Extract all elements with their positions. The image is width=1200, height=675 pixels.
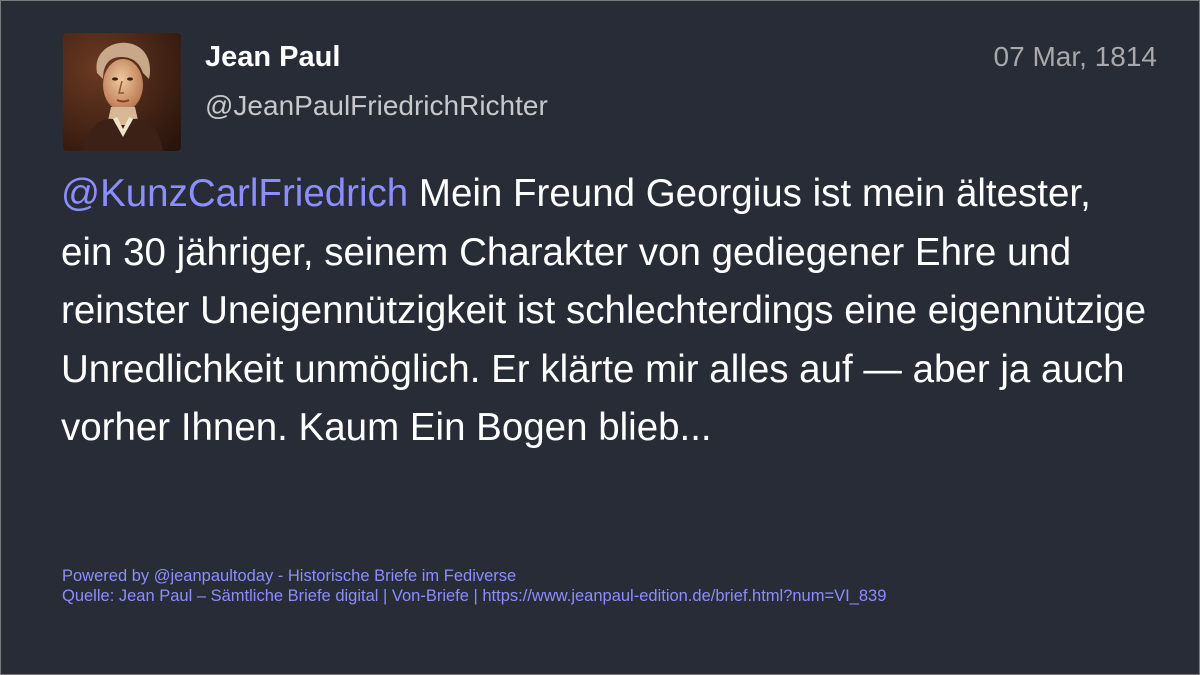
source-text: Quelle: Jean Paul – Sämtliche Briefe dig… bbox=[62, 587, 887, 605]
mention-link[interactable]: @KunzCarlFriedrich bbox=[61, 172, 408, 215]
display-name[interactable]: Jean Paul bbox=[205, 41, 340, 74]
post-date: 07 Mar, 1814 bbox=[993, 41, 1157, 72]
post-content: @KunzCarlFriedrich Mein Freund Georgius … bbox=[61, 165, 1151, 458]
avatar[interactable] bbox=[63, 33, 181, 151]
portrait-image bbox=[63, 33, 181, 151]
post-card: Jean Paul @JeanPaulFriedrichRichter 07 M… bbox=[0, 0, 1200, 675]
powered-by-text: Powered by @jeanpaultoday - Historische … bbox=[62, 567, 517, 585]
footer: Powered by @jeanpaultoday - Historische … bbox=[62, 566, 886, 606]
user-handle[interactable]: @JeanPaulFriedrichRichter bbox=[205, 90, 548, 122]
